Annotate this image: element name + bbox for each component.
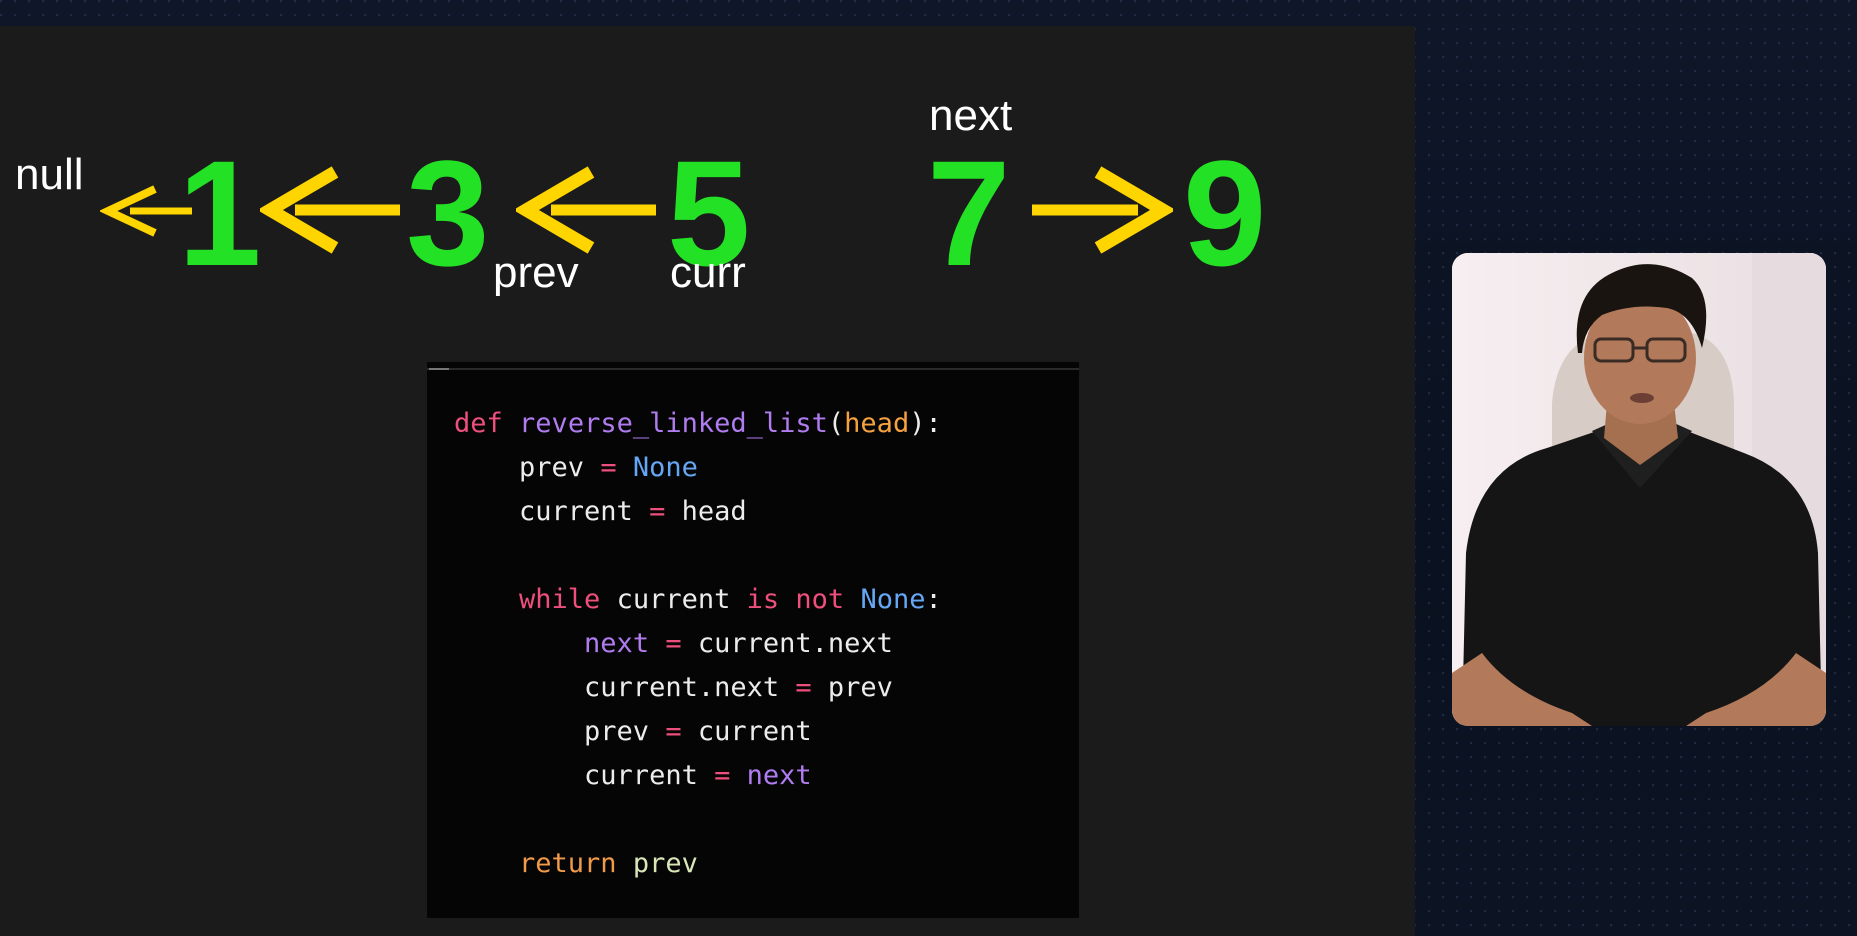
code-token: prev [454, 452, 601, 483]
code-token: None [632, 452, 698, 483]
code-token: = [714, 760, 731, 791]
code-token: reverse_linked_list [519, 408, 828, 439]
code-line: next = current.next [454, 622, 942, 666]
code-token: = [600, 452, 617, 483]
presenter-webcam [1452, 253, 1826, 726]
arrow-node3-to-node1 [260, 166, 400, 254]
code-panel: def reverse_linked_list(head): prev = No… [427, 362, 1079, 918]
code-token: head [665, 496, 747, 527]
arrow-node7-to-node9 [1032, 166, 1173, 254]
code-line: while current is not None: [454, 578, 942, 622]
code-token: current [681, 716, 812, 747]
code-token: while [519, 584, 601, 615]
code-line: def reverse_linked_list(head): [454, 402, 942, 446]
null-label: null [15, 150, 84, 199]
code-token: ): [909, 408, 942, 439]
code-token: def [454, 408, 503, 439]
code-line: prev = None [454, 446, 942, 490]
code-token: : [925, 584, 942, 615]
node-9: 9 [1183, 129, 1267, 297]
code-token: next [746, 760, 812, 791]
code-token: = [795, 672, 812, 703]
code-token: = [649, 496, 666, 527]
code-panel-topbar [427, 368, 1079, 370]
arrow-node5-to-node3 [516, 166, 656, 254]
node-1: 1 [178, 129, 262, 297]
code-token: None [860, 584, 926, 615]
curr-pointer-label: curr [670, 248, 746, 297]
code-token: = [665, 716, 682, 747]
code-line: return prev [454, 842, 942, 886]
code-token: prev [632, 848, 698, 879]
code-line: current.next = prev [454, 666, 942, 710]
code-line: current = next [454, 754, 942, 798]
code-token: current [454, 760, 715, 791]
prev-pointer-label: prev [493, 248, 579, 297]
code-token: return [519, 848, 617, 879]
code-token: prev [454, 716, 666, 747]
code-token: head [844, 408, 910, 439]
code-token: next [584, 628, 650, 659]
code-token: current.next [454, 672, 796, 703]
node-7: 7 [927, 129, 1011, 297]
code-token: = [665, 628, 682, 659]
code-token: current [600, 584, 747, 615]
code-block: def reverse_linked_list(head): prev = No… [454, 402, 942, 886]
code-token: current [454, 496, 650, 527]
code-line: prev = current [454, 710, 942, 754]
code-line: current = head [454, 490, 942, 534]
code-token: ( [827, 408, 845, 439]
node-3: 3 [406, 129, 490, 297]
code-token: current.next [681, 628, 893, 659]
code-token: prev [811, 672, 893, 703]
presenter-image [1452, 253, 1826, 726]
code-token: is not [746, 584, 845, 615]
